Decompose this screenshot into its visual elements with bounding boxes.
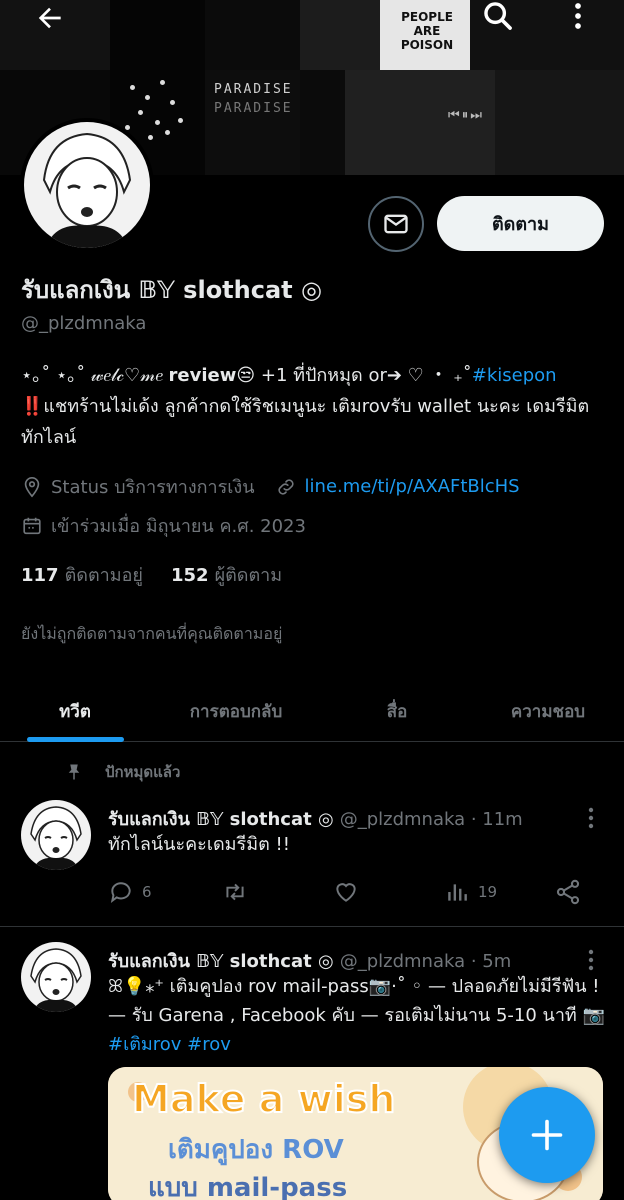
link-icon (277, 478, 294, 495)
plus-icon (531, 1119, 563, 1151)
tweet-author-name[interactable]: รับแลกเงิน 𝔹𝕐 slothcat ◎ (108, 809, 334, 830)
message-button[interactable] (368, 196, 424, 252)
more-vertical-icon (588, 949, 594, 971)
profile-handle: @_plzdmnaka (21, 313, 147, 334)
reply-button[interactable]: 6 (108, 872, 152, 912)
retweet-icon (226, 883, 244, 901)
pinned-label: ปักหมุดแล้ว (65, 760, 180, 784)
follow-button[interactable]: ติดตาม (437, 196, 604, 251)
avatar-image (21, 942, 91, 1012)
profile-joined-date: เข้าร่วมเมื่อ มิถุนายน ค.ศ. 2023 (51, 516, 306, 537)
profile-stats: 117 ติดตามอยู่ 152 ผู้ติดตาม (21, 560, 282, 589)
avatar-image (24, 122, 150, 248)
profile-bio: ⋆｡˚ ⋆｡˚ 𝓌𝑒𝓁𝒸♡𝓂𝑒 review😒 +1 ที่ปักหมุด or… (21, 360, 611, 453)
tweet-avatar[interactable] (21, 800, 91, 870)
envelope-icon (384, 214, 408, 234)
following-stat[interactable]: 117 ติดตามอยู่ (21, 560, 143, 589)
tab-replies[interactable]: การตอบกลับ (150, 680, 322, 742)
banner-people-text: PEOPLE ARE POISON (400, 10, 454, 52)
tweet-divider (0, 926, 624, 927)
tweet-header: รับแลกเงิน 𝔹𝕐 slothcat ◎ @_plzdmnaka · 5m (108, 946, 511, 975)
tweet-header: รับแลกเงิน 𝔹𝕐 slothcat ◎ @_plzdmnaka · 11… (108, 804, 523, 833)
compose-tweet-button[interactable] (499, 1087, 595, 1183)
tab-likes[interactable]: ความชอบ (472, 680, 624, 742)
more-vertical-icon (588, 807, 594, 829)
tab-tweets[interactable]: ทวีต (0, 680, 150, 742)
profile-category: Status บริการทางการเงิน (51, 477, 255, 498)
tweet-actions: 6 19 (108, 872, 598, 912)
banner-tile (495, 70, 624, 175)
tweet-avatar[interactable] (21, 942, 91, 1012)
tweet-text: ทักไลน์นะคะเดมรีมิต !! (108, 834, 290, 855)
banner-media-controls: ⏮⏸⏭ (448, 108, 484, 123)
more-options-button[interactable] (556, 0, 600, 38)
banner-paradise-text: PARADISE PARADISE (214, 82, 293, 116)
profile-meta-row: Status บริการทางการเงิน line.me/ti/p/AXA… (21, 472, 520, 501)
tweet-handle-time: @_plzdmnaka · 11m (339, 809, 523, 830)
bio-hashtag-link[interactable]: #kisepon (472, 365, 557, 386)
media-caption: แบบ mail-pass (148, 1173, 348, 1200)
tweet-author-name[interactable]: รับแลกเงิน 𝔹𝕐 slothcat ◎ (108, 951, 334, 972)
bio-prefix: ⋆｡˚ ⋆｡˚ 𝓌𝑒𝓁𝒸♡𝓂𝑒 (21, 365, 163, 386)
tweet-body: ꕤ💡⁎⁺ เติมคูปอง rov mail-pass📷·˚ ◦ — ปลอด… (108, 976, 605, 1026)
tweet-text: ꕤ💡⁎⁺ เติมคูปอง rov mail-pass📷·˚ ◦ — ปลอด… (108, 972, 608, 1059)
search-button[interactable] (476, 0, 520, 38)
retweet-button[interactable] (220, 872, 250, 912)
media-title: Make a wish (131, 1076, 396, 1122)
bio-bold: review (168, 365, 237, 386)
banner-tile (300, 0, 380, 70)
profile-link[interactable]: line.me/ti/p/AXAFtBlcHS (305, 476, 520, 497)
search-icon (484, 2, 512, 30)
bio-line2: ‼️แชทร้านไม่เด้ง ลูกค้ากดใช้ริชเมนูนะ เต… (21, 396, 590, 448)
tweet-hashtags[interactable]: #เติมrov #rov (108, 1034, 231, 1055)
views-button[interactable]: 19 (444, 872, 497, 912)
tab-media[interactable]: สื่อ (322, 680, 472, 742)
share-icon (556, 879, 580, 905)
arrow-left-icon (38, 7, 61, 29)
location-pin-icon (24, 476, 40, 497)
active-tab-indicator (27, 737, 124, 742)
reply-icon (110, 882, 131, 903)
more-vertical-icon (575, 3, 581, 29)
share-button[interactable] (554, 872, 582, 912)
media-subtitle: เติมคูปอง ROV (168, 1135, 344, 1165)
back-button[interactable] (28, 0, 72, 40)
profile-tabs: ทวีต การตอบกลับ สื่อ ความชอบ (0, 680, 624, 742)
pin-icon (68, 764, 80, 780)
profile-avatar[interactable] (20, 118, 154, 252)
tweet-handle-time: @_plzdmnaka · 5m (339, 951, 512, 972)
calendar-icon (23, 517, 41, 534)
not-followed-note: ยังไม่ถูกติดตามจากคนที่คุณติดตามอยู่ (21, 624, 283, 643)
heart-icon (336, 883, 356, 902)
bio-rest: 😒 +1 ที่ปักหมุด or➔ ♡ ・ ₊˚ (236, 365, 472, 386)
profile-display-name: รับแลกเงิน 𝔹𝕐 slothcat ◎ (21, 276, 322, 304)
like-button[interactable] (332, 872, 360, 912)
analytics-icon (448, 884, 467, 901)
profile-joined-row: เข้าร่วมเมื่อ มิถุนายน ค.ศ. 2023 (21, 511, 306, 540)
followers-stat[interactable]: 152 ผู้ติดตาม (171, 560, 282, 589)
avatar-image (21, 800, 91, 870)
